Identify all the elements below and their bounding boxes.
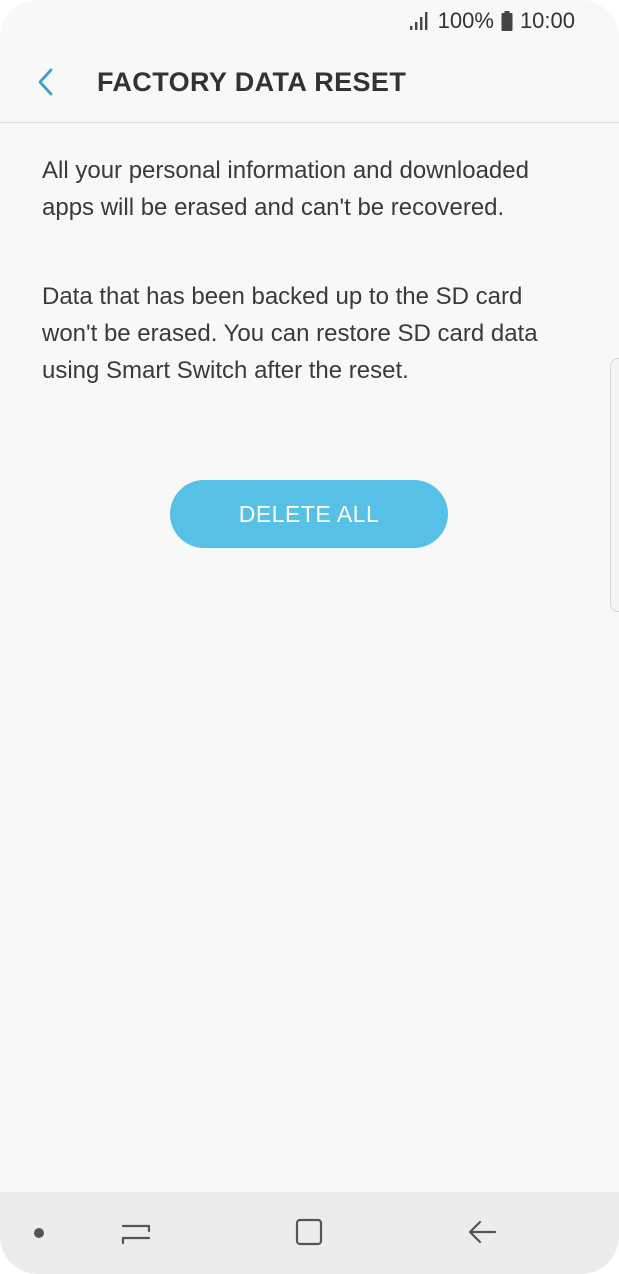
status-time: 10:00	[519, 8, 575, 33]
recents-button[interactable]	[118, 1214, 154, 1250]
app-header: FACTORY DATA RESET	[0, 44, 619, 123]
delete-all-button[interactable]: DELETE ALL	[170, 480, 448, 548]
battery-percent: 100%	[437, 8, 494, 33]
erase-warning-text: All your personal information and downlo…	[42, 157, 529, 221]
edge-panel-handle[interactable]	[610, 358, 619, 612]
navigation-bar	[0, 1192, 619, 1274]
page-title: FACTORY DATA RESET	[97, 67, 407, 97]
nav-back-button[interactable]	[464, 1214, 500, 1250]
status-bar: 100% 10:00	[0, 0, 619, 44]
status-indicators: 100% 10:00	[409, 7, 575, 35]
back-arrow-icon	[468, 1220, 497, 1244]
battery-icon	[501, 11, 513, 31]
home-button[interactable]	[291, 1214, 327, 1250]
phone-screen: 100% 10:00 FACTORY DATA RESET All your p…	[0, 0, 619, 1274]
chevron-left-icon	[38, 68, 53, 96]
signal-icon	[409, 12, 428, 30]
home-icon	[295, 1218, 323, 1246]
dot-icon[interactable]	[34, 1228, 44, 1238]
reset-info: All your personal information and downlo…	[42, 152, 582, 389]
sd-card-info-text: Data that has been backed up to the SD c…	[42, 283, 538, 384]
recents-icon	[121, 1224, 151, 1245]
back-button[interactable]	[26, 62, 66, 102]
